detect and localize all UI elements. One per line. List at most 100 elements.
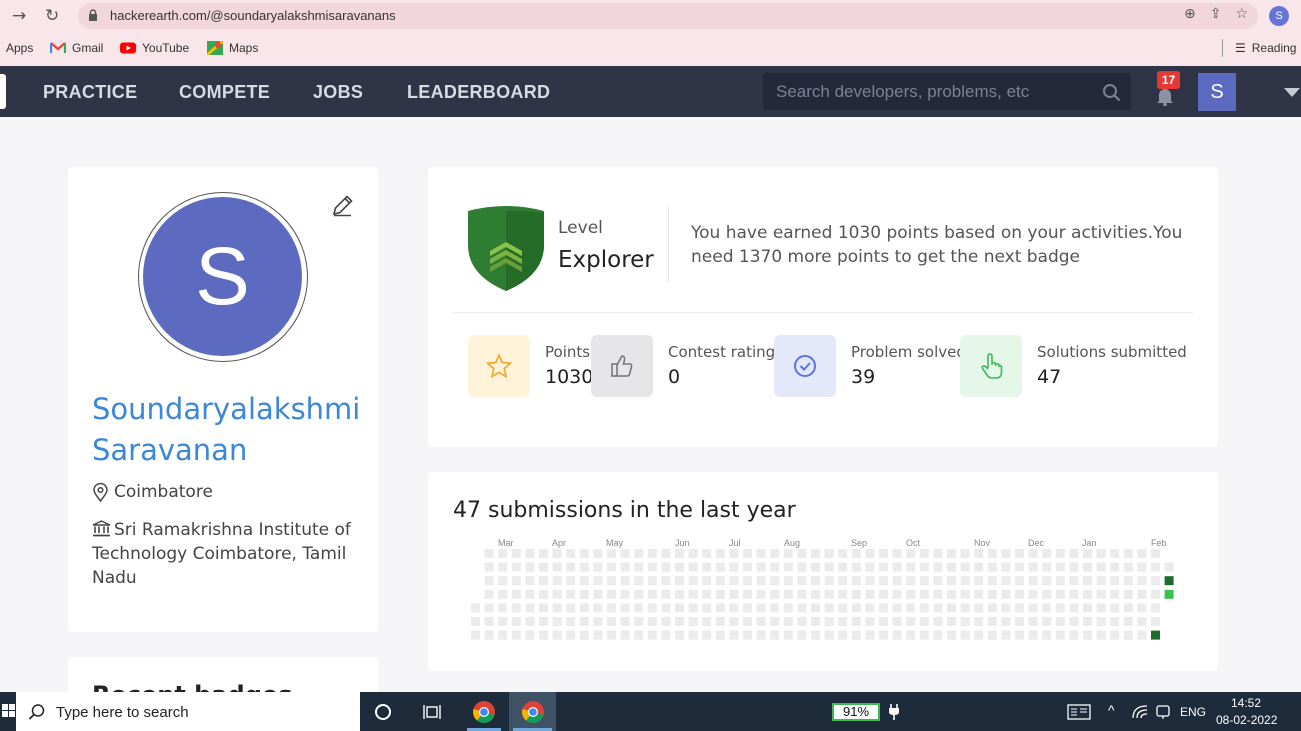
heatmap-cell[interactable]	[797, 576, 807, 586]
heatmap-cell[interactable]	[539, 549, 548, 558]
heatmap-cell[interactable]	[661, 589, 671, 599]
heatmap-cell[interactable]	[797, 589, 807, 599]
heatmap-cell[interactable]	[511, 549, 521, 558]
heatmap-cell[interactable]	[1083, 549, 1092, 558]
heatmap-cell[interactable]	[1083, 589, 1092, 599]
heatmap-cell[interactable]	[865, 630, 875, 640]
heatmap-cell[interactable]	[1015, 562, 1024, 572]
heatmap-cell[interactable]	[770, 603, 780, 613]
heatmap-cell[interactable]	[579, 630, 589, 640]
heatmap-cell[interactable]	[511, 617, 521, 626]
nav-jobs[interactable]: JOBS	[313, 82, 363, 103]
heatmap-cell[interactable]	[865, 603, 875, 613]
heatmap-cell[interactable]	[933, 630, 943, 640]
heatmap-cell[interactable]	[579, 549, 589, 558]
heatmap-cell[interactable]	[1042, 617, 1052, 626]
heatmap-cell[interactable]	[607, 576, 616, 586]
heatmap-cell[interactable]	[539, 617, 548, 626]
heatmap-cell[interactable]	[1015, 617, 1024, 626]
heatmap-cell[interactable]	[688, 589, 698, 599]
heatmap-cell[interactable]	[1096, 630, 1106, 640]
heatmap-cell[interactable]	[634, 549, 644, 558]
heatmap-cell[interactable]	[783, 630, 793, 640]
heatmap-cell[interactable]	[1110, 617, 1120, 626]
heatmap-cell[interactable]	[511, 603, 521, 613]
heatmap-cell[interactable]	[987, 630, 997, 640]
heatmap-cell[interactable]	[702, 576, 712, 586]
heatmap-cell[interactable]	[647, 603, 657, 613]
heatmap-cell[interactable]	[1069, 603, 1079, 613]
heatmap-cell[interactable]	[1028, 630, 1038, 640]
clock-date[interactable]: 08-02-2022	[1216, 713, 1277, 727]
bookmark-maps[interactable]: Maps	[207, 41, 258, 55]
heatmap-cell[interactable]	[987, 549, 997, 558]
heatmap-cell[interactable]	[770, 562, 780, 572]
heatmap-cell[interactable]	[484, 617, 494, 626]
heatmap-cell[interactable]	[525, 562, 535, 572]
heatmap-cell[interactable]	[960, 549, 970, 558]
heatmap-cell[interactable]	[1028, 589, 1038, 599]
site-search-input[interactable]: Search developers, problems, etc	[763, 73, 1131, 110]
heatmap-cell[interactable]	[1110, 576, 1120, 586]
heatmap-cell[interactable]	[756, 589, 766, 599]
heatmap-cell[interactable]	[715, 562, 725, 572]
heatmap-cell[interactable]	[715, 576, 725, 586]
heatmap-cell[interactable]	[919, 549, 929, 558]
heatmap-cell[interactable]	[919, 630, 929, 640]
heatmap-cell[interactable]	[1151, 617, 1160, 626]
heatmap-cell[interactable]	[1028, 562, 1038, 572]
heatmap-cell[interactable]	[634, 617, 644, 626]
heatmap-cell[interactable]	[1028, 617, 1038, 626]
heatmap-cell[interactable]	[824, 549, 834, 558]
heatmap-cell[interactable]	[756, 617, 766, 626]
heatmap-cell[interactable]	[960, 603, 970, 613]
heatmap-cell[interactable]	[1028, 549, 1038, 558]
heatmap-cell[interactable]	[1151, 576, 1160, 586]
heatmap-cell[interactable]	[879, 589, 888, 599]
heatmap-cell[interactable]	[987, 589, 997, 599]
heatmap-cell[interactable]	[525, 589, 535, 599]
heatmap-cell[interactable]	[511, 630, 521, 640]
heatmap-cell[interactable]	[579, 617, 589, 626]
battery-indicator[interactable]: 91%	[832, 703, 880, 721]
heatmap-cell[interactable]	[974, 630, 984, 640]
heatmap-cell[interactable]	[797, 562, 807, 572]
heatmap-cell[interactable]	[1055, 589, 1065, 599]
clock-time[interactable]: 14:52	[1231, 696, 1261, 710]
chevron-down-icon[interactable]	[1284, 88, 1300, 97]
heatmap-cell[interactable]	[1151, 562, 1160, 572]
heatmap-cell[interactable]	[1015, 603, 1024, 613]
heatmap-cell[interactable]	[498, 589, 508, 599]
heatmap-cell[interactable]	[1137, 589, 1147, 599]
heatmap-cell[interactable]	[960, 576, 970, 586]
heatmap-cell[interactable]	[865, 562, 875, 572]
windows-start-icon[interactable]	[2, 704, 16, 718]
heatmap-cell[interactable]	[1015, 589, 1024, 599]
heatmap-cell[interactable]	[865, 576, 875, 586]
heatmap-cell[interactable]	[675, 576, 684, 586]
heatmap-cell[interactable]	[1001, 562, 1011, 572]
heatmap-cell[interactable]	[879, 617, 888, 626]
heatmap-cell[interactable]	[824, 576, 834, 586]
heatmap-cell[interactable]	[797, 630, 807, 640]
heatmap-cell[interactable]	[525, 549, 535, 558]
heatmap-cell[interactable]	[715, 617, 725, 626]
heatmap-cell[interactable]	[865, 549, 875, 558]
heatmap-cell[interactable]	[987, 617, 997, 626]
heatmap-cell[interactable]	[811, 562, 820, 572]
heatmap-cell[interactable]	[729, 589, 739, 599]
heatmap-cell[interactable]	[729, 549, 739, 558]
heatmap-cell[interactable]	[1028, 603, 1038, 613]
heatmap-cell[interactable]	[960, 617, 970, 626]
heatmap-cell[interactable]	[987, 603, 997, 613]
heatmap-cell[interactable]	[593, 603, 603, 613]
heatmap-cell[interactable]	[620, 549, 630, 558]
heatmap-cell[interactable]	[892, 630, 902, 640]
heatmap-cell[interactable]	[675, 589, 684, 599]
heatmap-cell[interactable]	[1069, 617, 1079, 626]
heatmap-cell[interactable]	[1042, 576, 1052, 586]
heatmap-cell[interactable]	[933, 549, 943, 558]
heatmap-cell[interactable]	[974, 603, 984, 613]
heatmap-cell[interactable]	[620, 630, 630, 640]
heatmap-cell[interactable]	[1137, 617, 1147, 626]
